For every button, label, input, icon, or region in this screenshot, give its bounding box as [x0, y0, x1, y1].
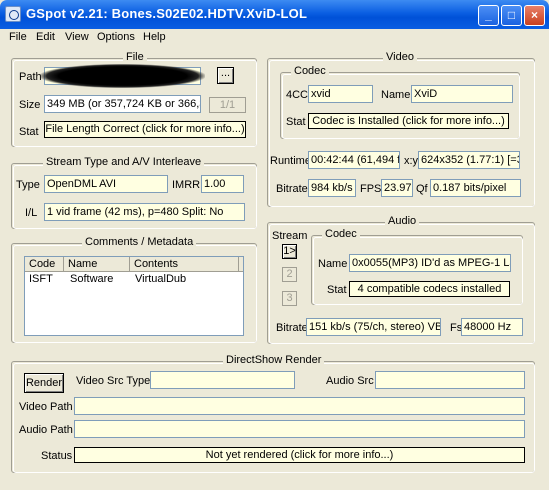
path-label: Path: [19, 71, 42, 83]
audio-bitrate-label: Bitrate: [276, 322, 308, 334]
type-label: Type: [16, 179, 40, 191]
close-button[interactable]: ×: [524, 5, 545, 26]
stream-label: Stream: [272, 230, 308, 242]
video-bitrate-field[interactable]: 984 kb/s: [308, 179, 356, 197]
status-label: Status: [41, 450, 73, 462]
menu-view[interactable]: View: [65, 31, 89, 43]
video-path-field[interactable]: [74, 397, 525, 415]
video-codec-stat-button[interactable]: Codec is Installed (click for more info.…: [308, 113, 509, 129]
runtime-field[interactable]: 00:42:44 (61,494 fr: [308, 151, 400, 169]
il-label: I/L: [25, 207, 38, 219]
size-field[interactable]: 349 MB (or 357,724 KB or 366,30: [44, 95, 201, 113]
list-header: Code Name Contents: [25, 257, 243, 272]
directshow-legend: DirectShow Render: [223, 354, 325, 366]
audio-stat-label: Stat: [327, 284, 347, 296]
xy-field[interactable]: 624x352 (1.77:1) [=39: [418, 151, 520, 169]
video-name-field[interactable]: XviD: [411, 85, 513, 103]
minimize-button[interactable]: _: [478, 5, 499, 26]
size-unit-button[interactable]: 1/1: [209, 97, 246, 113]
imrr-field[interactable]: 1.00: [201, 175, 244, 193]
type-field[interactable]: OpenDML AVI: [44, 175, 168, 193]
video-path-label: Video Path: [19, 401, 73, 413]
row-code: ISFT: [29, 273, 53, 285]
file-stat-button[interactable]: File Length Correct (click for more info…: [44, 121, 246, 138]
column-code[interactable]: Code: [25, 257, 64, 271]
audio-stream-3-button[interactable]: 3: [282, 291, 297, 306]
audio-stream-1-button[interactable]: 1>: [282, 244, 297, 259]
app-icon[interactable]: [5, 6, 21, 22]
maximize-button[interactable]: □: [501, 5, 522, 26]
render-status-button[interactable]: Not yet rendered (click for more info...…: [74, 447, 525, 463]
audio-src-label: Audio Src: [326, 375, 374, 387]
audio-name-field[interactable]: 0x0055(MP3) ID'd as MPEG-1 Lay: [349, 254, 511, 272]
audio-src-field[interactable]: [375, 371, 525, 389]
column-name[interactable]: Name: [64, 257, 130, 271]
audio-codec-legend: Codec: [322, 228, 360, 240]
audio-stream-2-button[interactable]: 2: [282, 267, 297, 282]
audio-legend: Audio: [385, 215, 420, 227]
row-name: Software: [70, 273, 114, 285]
video-src-type-field[interactable]: [150, 371, 295, 389]
il-field[interactable]: 1 vid frame (42 ms), p=480 Split: No: [44, 203, 245, 221]
column-contents[interactable]: Contents: [130, 257, 239, 271]
redacted-path-scribble: [40, 64, 205, 88]
window-title: GSpot v2.21: Bones.S02E02.HDTV.XviD-LOL: [26, 6, 308, 21]
audio-codec-stat-button[interactable]: 4 compatible codecs installed: [349, 281, 510, 297]
size-label: Size: [19, 99, 41, 111]
menu-help[interactable]: Help: [143, 31, 166, 43]
xy-label: x:y: [404, 155, 419, 167]
audio-name-label: Name: [318, 258, 348, 270]
video-bitrate-label: Bitrate: [276, 183, 308, 195]
row-contents: VirtualDub: [135, 273, 187, 285]
fourcc-field[interactable]: xvid: [308, 85, 373, 103]
render-button[interactable]: Render: [24, 373, 64, 393]
fps-field[interactable]: 23.97: [381, 179, 413, 197]
comments-legend: Comments / Metadata: [82, 236, 197, 248]
qf-label: Qf: [416, 183, 428, 195]
qf-field[interactable]: 0.187 bits/pixel: [430, 179, 521, 197]
audio-bitrate-field[interactable]: 151 kb/s (75/ch, stereo) VB: [306, 318, 441, 336]
browse-button[interactable]: ...: [217, 67, 234, 84]
video-legend: Video: [383, 51, 417, 63]
file-legend: File: [123, 51, 147, 63]
imrr-label: IMRR: [172, 179, 201, 191]
table-row[interactable]: ISFT Software VirtualDub: [25, 273, 243, 287]
fs-field[interactable]: 48000 Hz: [461, 318, 523, 336]
menu-edit[interactable]: Edit: [36, 31, 55, 43]
video-codec-legend: Codec: [291, 65, 329, 77]
audio-path-field[interactable]: [74, 420, 525, 438]
stat-label: Stat: [19, 126, 39, 138]
video-stat-label: Stat: [286, 116, 306, 128]
stream-type-legend: Stream Type and A/V Interleave: [43, 156, 205, 168]
runtime-label: Runtime: [270, 155, 311, 167]
video-name-label: Name: [381, 89, 411, 101]
video-src-type-label: Video Src Type: [76, 375, 151, 387]
metadata-list[interactable]: Code Name Contents ISFT Software Virtual…: [24, 256, 244, 336]
audio-path-label: Audio Path: [19, 424, 73, 436]
menu-file[interactable]: File: [9, 31, 27, 43]
menu-options[interactable]: Options: [97, 31, 135, 43]
fourcc-label: 4CC: [286, 89, 309, 101]
fps-label: FPS: [360, 183, 382, 195]
